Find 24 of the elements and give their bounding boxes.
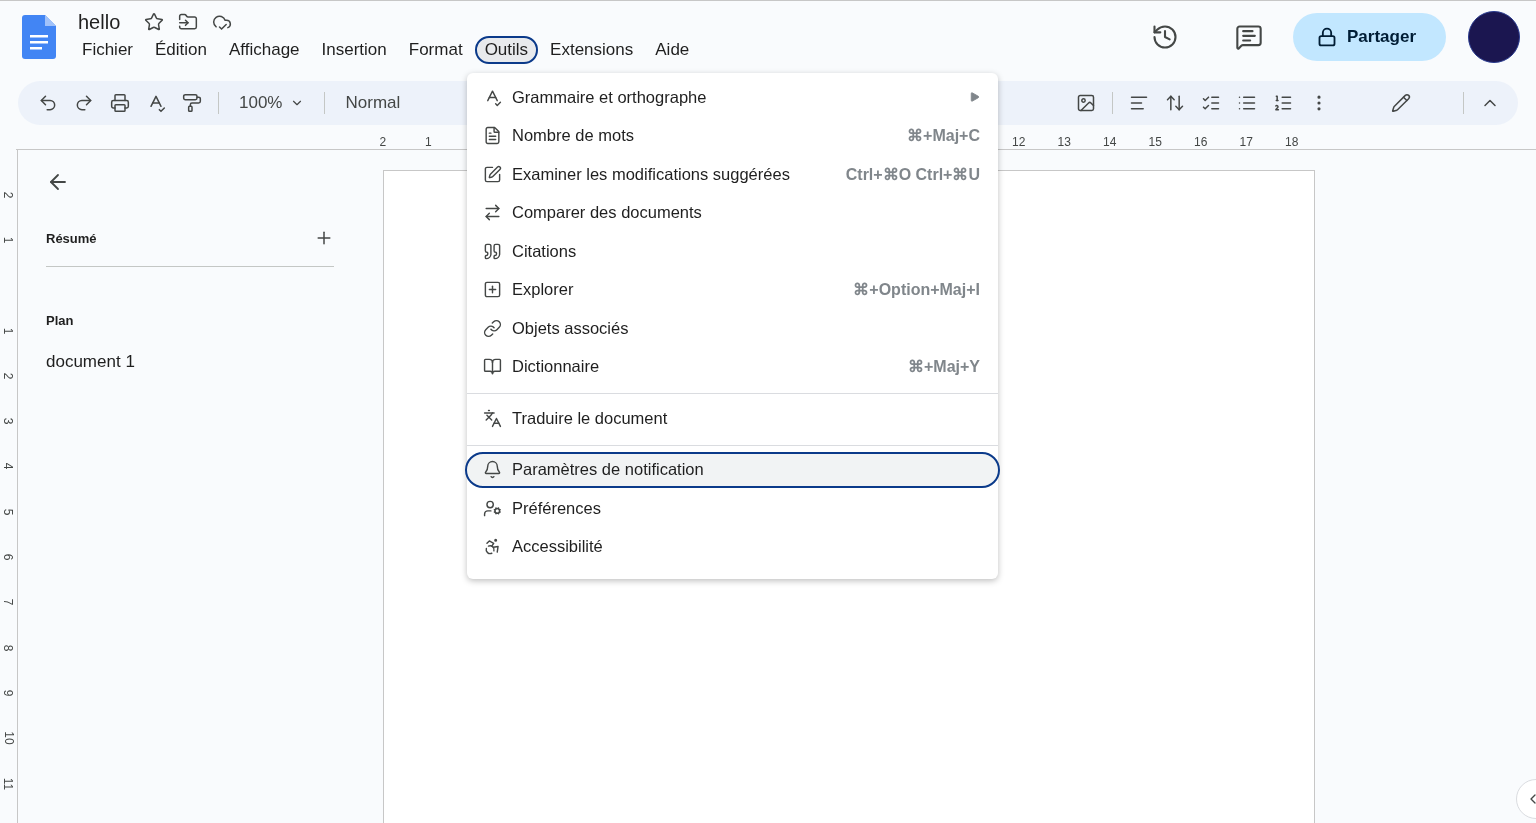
ruler-number: 18 (1284, 135, 1300, 149)
ruler-number: 2 (1, 372, 16, 380)
ruler-number: 5 (1, 508, 16, 516)
ruler-number: 15 (1147, 135, 1163, 149)
ruler-number: 8 (1, 644, 16, 651)
ruler-number: 2 (1, 191, 16, 198)
ruler-number: 3 (1, 417, 16, 425)
outline-heading: Plan (46, 313, 75, 328)
ruler-number: 9 (1, 689, 16, 697)
ruler-number: 16 (1193, 135, 1209, 149)
ruler-number: 1 (1, 327, 16, 334)
ruler-number: 2 (378, 135, 388, 149)
ruler-number: 4 (1, 463, 16, 470)
ruler-number: 1 (423, 135, 433, 149)
ruler-number: 13 (1056, 135, 1072, 149)
ruler-number: 1 (1, 236, 16, 244)
ruler-number: 14 (1102, 135, 1118, 149)
ruler-number: 6 (1, 553, 16, 561)
ruler-number: 17 (1238, 135, 1254, 149)
ruler-number: 12 (1011, 135, 1027, 149)
ruler-number: 11 (1, 777, 16, 790)
ruler-number: 7 (1, 598, 16, 606)
ruler-number: 10 (1, 731, 16, 745)
summary-heading: Résumé (46, 230, 97, 246)
